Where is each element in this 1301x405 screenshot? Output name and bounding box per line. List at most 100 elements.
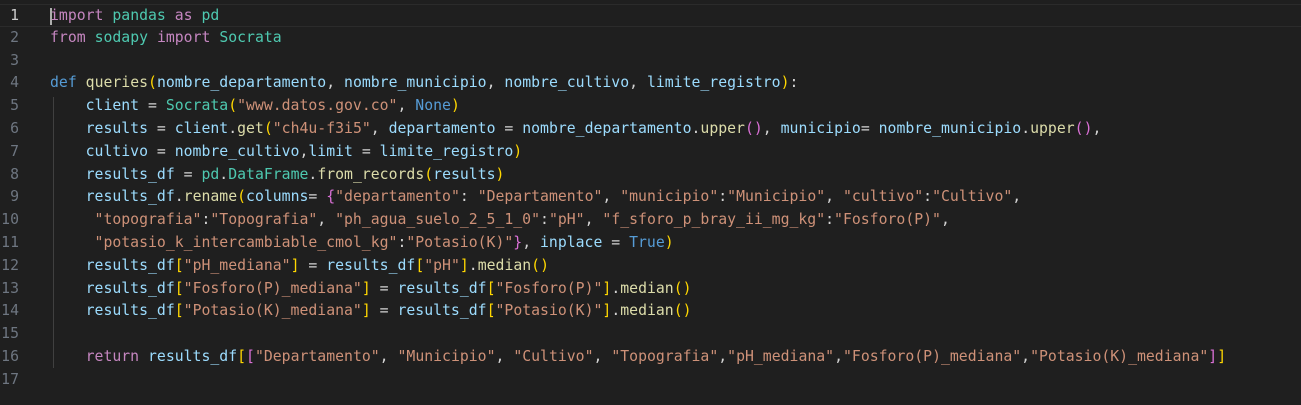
code-token: return xyxy=(85,348,140,365)
line-code[interactable]: results_df["Fosforo(P)_mediana"] = resul… xyxy=(50,278,692,301)
code-token: ( xyxy=(424,165,434,183)
code-token: , xyxy=(584,211,603,229)
line-number: 12 xyxy=(1,256,19,274)
code-line[interactable]: 16 return results_df[["Departamento", "M… xyxy=(0,346,1301,369)
code-token: : xyxy=(789,74,799,92)
code-token: : xyxy=(718,188,728,206)
code-editor[interactable]: 1 import pandas as pd 2 from sodapy import … xyxy=(0,0,1301,405)
code-token: : xyxy=(825,211,835,229)
code-line[interactable]: 17 xyxy=(0,369,1301,392)
code-token: results_df xyxy=(85,302,175,320)
code-token: , xyxy=(1012,188,1022,206)
code-token: "www.datos.gov.co" xyxy=(237,97,398,115)
code-token: results_df xyxy=(85,256,175,274)
code-token: = xyxy=(308,188,327,206)
code-token: median xyxy=(620,279,674,297)
code-line[interactable]: 14 results_df["Potasio(K)_mediana"] = re… xyxy=(0,300,1301,323)
line-number: 16 xyxy=(1,348,19,365)
line-code[interactable]: return results_df[["Departamento", "Muni… xyxy=(50,346,1226,369)
code-token: upper xyxy=(1030,120,1075,137)
code-token: . xyxy=(611,302,621,320)
line-code[interactable]: results = client.get("ch4u-f3i5", depart… xyxy=(50,118,1102,141)
code-token: upper xyxy=(700,120,745,137)
code-line[interactable]: 8 results_df = pd.DataFrame.from_records… xyxy=(0,164,1301,187)
code-line[interactable]: 11 "potasio_k_intercambiable_cmol_kg":"P… xyxy=(0,232,1301,255)
code-token: "Municipio" xyxy=(397,348,496,365)
code-line[interactable]: 5 client = Socrata("www.datos.gov.co", N… xyxy=(0,95,1301,118)
code-token: nombre_municipio xyxy=(344,74,487,92)
code-token: [ xyxy=(174,256,184,274)
code-line[interactable]: 6 results = client.get("ch4u-f3i5", depa… xyxy=(0,118,1301,141)
line-code[interactable]: from sodapy import Socrata xyxy=(50,27,282,50)
code-token: pd xyxy=(201,7,220,24)
code-line[interactable]: 7 cultivo = nombre_cultivo,limit = limit… xyxy=(0,141,1301,164)
line-code[interactable]: results_df["pH_mediana"] = results_df["p… xyxy=(50,255,549,278)
line-code[interactable]: results_df.rename(columns= {"departament… xyxy=(50,186,1022,209)
code-token: } xyxy=(513,234,523,251)
code-token: municipio xyxy=(780,120,861,137)
line-code[interactable]: cultivo = nombre_cultivo,limit = limite_… xyxy=(50,141,523,164)
code-token: "ch4u-f3i5" xyxy=(272,120,371,137)
code-token: results xyxy=(85,120,148,137)
code-token: "Fosforo(P)_mediana" xyxy=(843,348,1022,365)
code-line[interactable]: 12 results_df["pH_mediana"] = results_df… xyxy=(0,255,1301,278)
line-code[interactable]: client = Socrata("www.datos.gov.co", Non… xyxy=(50,95,460,118)
code-token: "Topografia" xyxy=(210,211,318,229)
code-token: pandas xyxy=(112,7,166,24)
line-code[interactable]: results_df = pd.DataFrame.from_records(r… xyxy=(50,164,505,187)
line-code[interactable]: "potasio_k_intercambiable_cmol_kg":"Pota… xyxy=(50,232,674,255)
code-line[interactable]: 2 from sodapy import Socrata xyxy=(0,27,1301,50)
code-token: ] xyxy=(1208,348,1218,365)
code-token: = xyxy=(370,279,398,297)
code-token: . xyxy=(308,165,318,183)
line-code[interactable]: def queries(nombre_departamento, nombre_… xyxy=(50,72,798,95)
code-token: "Potasio(K)" xyxy=(406,234,514,251)
code-line[interactable]: 4 def queries(nombre_departamento, nombre… xyxy=(0,72,1301,95)
code-token: , xyxy=(602,188,621,206)
code-token: , xyxy=(629,74,647,92)
code-token: = xyxy=(352,142,380,160)
code-token: "Fosforo(P)" xyxy=(834,211,941,229)
code-token: , xyxy=(718,348,728,365)
text-cursor xyxy=(50,8,52,25)
line-number: 6 xyxy=(10,120,19,137)
line-code[interactable]: import pandas as pd xyxy=(50,5,219,28)
code-line[interactable]: 13 results_df["Fosforo(P)_mediana"] = re… xyxy=(0,278,1301,301)
code-token: ] xyxy=(361,302,371,320)
code-line[interactable]: 15 xyxy=(0,323,1301,346)
line-code[interactable]: "topografia": "Topografia", "ph_agua_suel… xyxy=(50,209,950,232)
code-token: ) xyxy=(780,74,790,92)
code-token: import xyxy=(156,28,211,46)
code-token: "Fosforo(P)_mediana" xyxy=(183,279,362,297)
code-token: . xyxy=(1021,120,1031,137)
code-line[interactable]: 10 "topografia": "Topografia", "ph_agua_s… xyxy=(0,209,1301,232)
code-token: "Fosforo(P)" xyxy=(495,279,603,297)
code-token: () xyxy=(1074,120,1093,137)
code-token: nombre_cultivo xyxy=(504,74,630,92)
code-line[interactable]: 1 import pandas as pd xyxy=(0,4,1301,27)
code-token: ] xyxy=(459,256,469,274)
code-token: get xyxy=(237,120,264,137)
code-token: [ xyxy=(246,348,255,365)
code-token: nombre_departamento xyxy=(522,120,692,137)
code-line[interactable]: 9 results_df.rename(columns= {"departame… xyxy=(0,186,1301,209)
code-token: ) xyxy=(495,165,505,183)
code-token: , xyxy=(317,211,336,229)
line-number: 13 xyxy=(1,279,19,297)
code-token: inplace xyxy=(540,234,603,251)
code-token: ] xyxy=(1217,348,1227,365)
line-code[interactable]: results_df["Potasio(K)_mediana"] = resul… xyxy=(50,300,692,323)
code-token: True xyxy=(629,234,665,251)
code-token: [ xyxy=(174,302,184,320)
code-token: "ph_agua_suelo_2_5_1_0" xyxy=(335,211,541,229)
code-token: , xyxy=(486,74,505,92)
code-token: pd xyxy=(201,165,220,183)
code-line[interactable]: 3 xyxy=(0,50,1301,73)
